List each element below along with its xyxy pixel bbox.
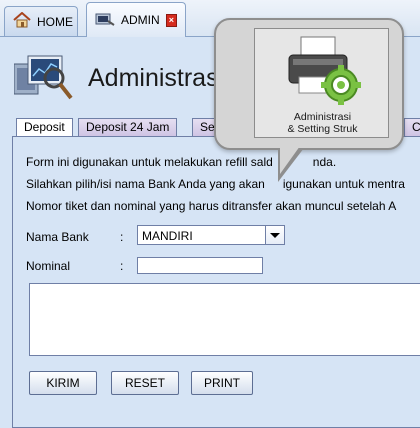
callout-tail-inner (280, 146, 300, 174)
tab-admin[interactable]: ADMIN × (86, 2, 186, 37)
tab-admin-label: ADMIN (121, 13, 160, 27)
reset-button[interactable]: RESET (111, 371, 179, 395)
bank-select-value: MANDIRI (142, 229, 193, 243)
home-icon (13, 11, 31, 31)
nominal-colon: : (120, 259, 124, 273)
bank-label: Nama Bank (26, 230, 89, 244)
tab-home-label: HOME (37, 14, 73, 29)
callout-label: Administrasi & Setting Struk (255, 111, 390, 135)
tab-deposit[interactable]: Deposit (16, 118, 73, 137)
bank-colon: : (120, 230, 124, 244)
callout-label-line-2: & Setting Struk (287, 123, 358, 135)
admin-header-icon (13, 52, 74, 102)
instruction-line-2: Silahkan pilih/isi nama Bank Anda yang a… (26, 177, 405, 191)
tab-cetak[interactable]: Ce (404, 118, 420, 136)
printer-settings-icon (283, 33, 363, 110)
nominal-label: Nominal (26, 259, 71, 273)
bank-select[interactable]: MANDIRI (137, 225, 285, 245)
kirim-button[interactable]: KIRIM (29, 371, 97, 395)
callout-label-line-1: Administrasi (293, 111, 352, 123)
tab-home[interactable]: HOME (4, 6, 78, 36)
print-button[interactable]: PRINT (191, 371, 253, 395)
instruction-line-3: Nomor tiket dan nominal yang harus ditra… (26, 199, 397, 213)
nominal-input[interactable] (137, 257, 263, 274)
instruction-text-1: Form ini digunakan untuk melakukan refil… (26, 155, 273, 169)
deposit-panel: Form ini digunakan untuk melakukan refil… (12, 136, 420, 428)
instruction-text-2: Silahkan pilih/isi nama Bank Anda yang a… (26, 177, 265, 191)
admin-setting-struk-button[interactable]: Administrasi & Setting Struk (254, 28, 389, 138)
info-textarea[interactable] (29, 283, 420, 356)
chevron-down-icon[interactable] (265, 226, 284, 244)
admin-icon (95, 12, 115, 29)
tab-deposit-24-jam[interactable]: Deposit 24 Jam (78, 118, 178, 136)
close-icon[interactable]: × (165, 13, 177, 27)
page-title: Administrasi (88, 64, 225, 92)
instruction-tail-1: nda. (312, 155, 337, 169)
